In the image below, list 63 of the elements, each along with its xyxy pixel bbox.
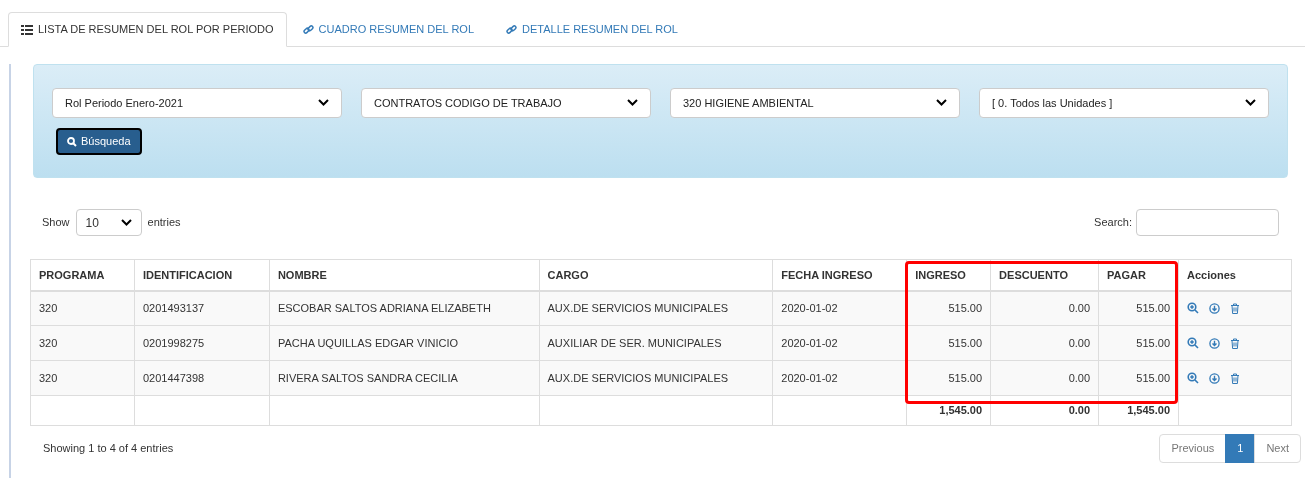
previous-button[interactable]: Previous bbox=[1159, 434, 1227, 463]
show-label: Show bbox=[42, 215, 70, 231]
search-label: Search: bbox=[1094, 215, 1132, 231]
zoom-in-icon[interactable] bbox=[1187, 302, 1199, 315]
table-cell: AUXILIAR DE SER. MUNICIPALES bbox=[539, 325, 773, 361]
list-icon bbox=[21, 24, 33, 35]
table-info: Showing 1 to 4 of 4 entries bbox=[43, 441, 174, 457]
page-button[interactable]: 1 bbox=[1225, 434, 1256, 463]
tab[interactable]: DETALLE RESUMEN DEL ROL bbox=[490, 12, 694, 47]
chevron-down-icon bbox=[936, 99, 947, 107]
table-cell: 0201447398 bbox=[134, 360, 270, 396]
chevron-down-icon bbox=[120, 218, 132, 227]
table-cell: 0201998275 bbox=[134, 325, 270, 361]
column-header: CARGO bbox=[539, 259, 773, 291]
chevron-down-icon bbox=[1245, 99, 1256, 107]
chevron-down-icon bbox=[318, 99, 329, 107]
table-cell: 515.00 bbox=[1098, 325, 1179, 361]
column-header: PAGAR bbox=[1098, 259, 1179, 291]
column-header: PROGRAMA bbox=[30, 259, 135, 291]
table-cell: 0.00 bbox=[990, 290, 1099, 326]
filter-select[interactable]: Rol Periodo Enero-2021 bbox=[52, 88, 342, 118]
download-circle-icon[interactable] bbox=[1209, 337, 1220, 349]
table-cell: RIVERA SALTOS SANDRA CECILIA bbox=[269, 360, 540, 396]
zoom-in-icon[interactable] bbox=[1187, 372, 1199, 384]
filter-select[interactable]: [ 0. Todos las Unidades ] bbox=[979, 88, 1269, 118]
search-field[interactable] bbox=[1136, 209, 1279, 236]
table-cell: 515.00 bbox=[906, 360, 991, 396]
table-cell: AUX.DE SERVICIOS MUNICIPALES bbox=[539, 290, 773, 326]
entries-select[interactable]: 10 bbox=[75, 209, 142, 236]
entries-label: entries bbox=[147, 215, 181, 231]
table-cell: ESCOBAR SALTOS ADRIANA ELIZABETH bbox=[269, 290, 540, 326]
table-cell: 515.00 bbox=[906, 290, 991, 326]
link-icon bbox=[302, 24, 314, 35]
trash-icon[interactable] bbox=[1230, 337, 1240, 349]
table-cell: 515.00 bbox=[906, 325, 991, 361]
table-cell: 0.00 bbox=[990, 360, 1099, 396]
search-button[interactable]: Búsqueda bbox=[56, 128, 142, 155]
table-cell: PACHA UQUILLAS EDGAR VINICIO bbox=[269, 325, 540, 361]
table-cell: AUX.DE SERVICIOS MUNICIPALES bbox=[539, 360, 773, 396]
download-circle-icon[interactable] bbox=[1209, 372, 1220, 384]
filter-select[interactable]: CONTRATOS CODIGO DE TRABAJO bbox=[361, 88, 651, 118]
table-cell: 320 bbox=[30, 360, 135, 396]
search-icon bbox=[67, 136, 77, 147]
trash-icon[interactable] bbox=[1230, 372, 1240, 384]
table-cell: 320 bbox=[30, 325, 135, 361]
filter-select[interactable]: 320 HIGIENE AMBIENTAL bbox=[670, 88, 960, 118]
table-cell: 515.00 bbox=[1098, 290, 1179, 326]
column-header: NOMBRE bbox=[269, 259, 540, 291]
column-header: DESCUENTO bbox=[990, 259, 1099, 291]
table-cell: 320 bbox=[30, 290, 135, 326]
next-button[interactable]: Next bbox=[1254, 434, 1301, 463]
table-cell: 0.00 bbox=[990, 325, 1099, 361]
table-cell: 515.00 bbox=[1098, 360, 1179, 396]
download-circle-icon[interactable] bbox=[1209, 302, 1220, 314]
column-header: Acciones bbox=[1178, 259, 1292, 291]
zoom-in-icon[interactable] bbox=[1187, 337, 1199, 349]
trash-icon[interactable] bbox=[1230, 302, 1240, 314]
tab[interactable]: LISTA DE RESUMEN DEL ROL POR PERIODO bbox=[8, 12, 287, 47]
chevron-down-icon bbox=[627, 99, 638, 107]
table-cell: 0201493137 bbox=[134, 290, 270, 326]
column-header: IDENTIFICACION bbox=[134, 259, 270, 291]
tab[interactable]: CUADRO RESUMEN DEL ROL bbox=[286, 12, 490, 47]
link-icon bbox=[506, 24, 517, 35]
